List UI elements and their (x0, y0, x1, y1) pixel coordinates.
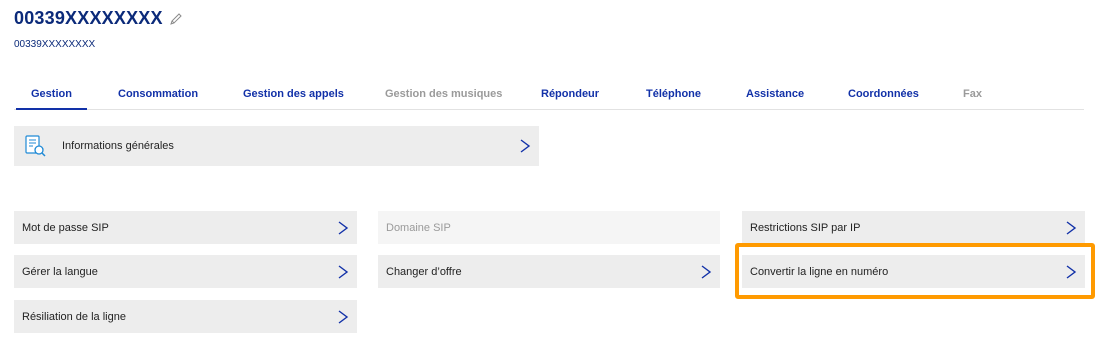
chevron-right-icon (337, 220, 349, 236)
info-card-general[interactable]: Informations générales (14, 126, 539, 166)
pencil-icon[interactable] (169, 12, 183, 26)
change-offer-label: Changer d’offre (386, 265, 462, 278)
tab-consommation[interactable]: Consommation (118, 88, 198, 100)
chevron-right-icon (700, 264, 712, 280)
tab-telephone[interactable]: Téléphone (646, 88, 701, 100)
info-card-label: Informations générales (62, 140, 174, 152)
terminate-line-label: Résiliation de la ligne (22, 310, 126, 323)
sip-password-card[interactable]: Mot de passe SIP (14, 211, 357, 244)
tab-gestion-des-appels[interactable]: Gestion des appels (243, 88, 344, 100)
chevron-right-icon (337, 264, 349, 280)
tab-gestion-des-musiques: Gestion des musiques (385, 88, 503, 100)
page-subtitle: 00339XXXXXXXX (14, 39, 96, 50)
sip-password-label: Mot de passe SIP (22, 221, 109, 234)
chevron-right-icon (519, 138, 531, 154)
line-header: 00339XXXXXXXX (14, 8, 183, 29)
sip-domain-card: Domaine SIP (378, 211, 720, 244)
sip-ip-restrictions-label: Restrictions SIP par IP (750, 221, 861, 234)
tab-assistance[interactable]: Assistance (746, 88, 804, 100)
sip-ip-restrictions-card[interactable]: Restrictions SIP par IP (742, 211, 1085, 244)
chevron-right-icon (1065, 220, 1077, 236)
tab-gestion[interactable]: Gestion (16, 88, 87, 110)
sip-domain-label: Domaine SIP (386, 221, 451, 234)
chevron-right-icon (337, 309, 349, 325)
tab-fax: Fax (963, 88, 982, 100)
tab-bar: Gestion Consommation Gestion des appels … (14, 80, 1084, 110)
tab-coordonnees[interactable]: Coordonnées (848, 88, 919, 100)
tab-repondeur[interactable]: Répondeur (541, 88, 599, 100)
document-search-icon (24, 134, 46, 158)
highlight-box (735, 243, 1095, 299)
terminate-line-card[interactable]: Résiliation de la ligne (14, 300, 357, 333)
language-label: Gérer la langue (22, 265, 98, 278)
page-title: 00339XXXXXXXX (14, 8, 163, 28)
change-offer-card[interactable]: Changer d’offre (378, 255, 720, 288)
language-card[interactable]: Gérer la langue (14, 255, 357, 288)
